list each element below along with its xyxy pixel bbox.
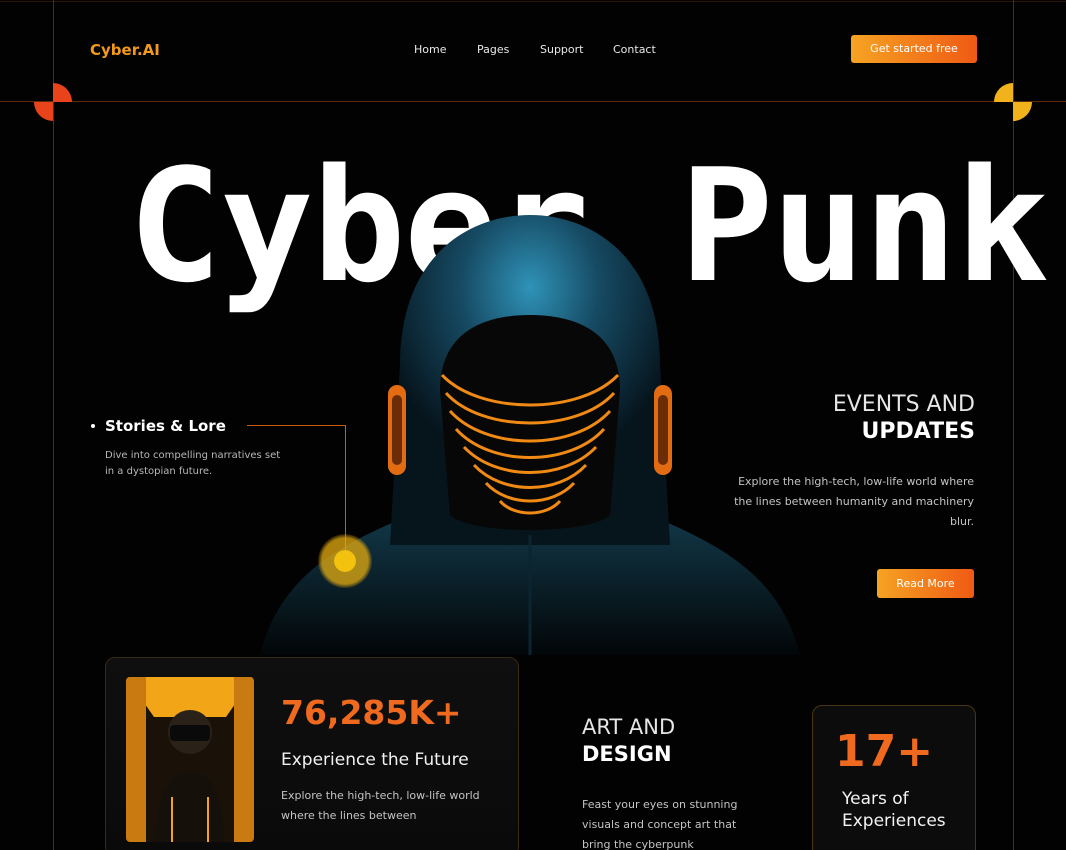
events-heading-line2: UPDATES xyxy=(861,419,975,444)
bullet-dot xyxy=(91,424,95,428)
years-value: 17+ xyxy=(835,726,934,777)
events-description: Explore the high-tech, low-life world wh… xyxy=(734,475,974,528)
brand-logo[interactable]: Cyber.AI xyxy=(90,41,160,59)
art-description: Feast your eyes on stunning visuals and … xyxy=(582,798,738,850)
hotspot-marker[interactable] xyxy=(318,534,372,588)
vr-person-image xyxy=(126,677,254,842)
nav-contact[interactable]: Contact xyxy=(613,43,656,56)
nav-pages[interactable]: Pages xyxy=(477,43,509,56)
corner-accent-right xyxy=(994,83,1032,121)
read-more-button[interactable]: Read More xyxy=(877,569,974,598)
corner-accent-left xyxy=(34,83,72,121)
stat-description: Explore the high-tech, low-life world wh… xyxy=(281,789,480,822)
years-label: Years of Experiences xyxy=(842,789,946,831)
frame-left-line xyxy=(53,0,54,850)
get-started-button[interactable]: Get started free xyxy=(851,35,977,63)
frame-top-line xyxy=(0,101,1066,102)
nav-support[interactable]: Support xyxy=(540,43,583,56)
stat-title: Experience the Future xyxy=(281,750,469,770)
connector-line xyxy=(247,425,345,426)
stat-value: 76,285K+ xyxy=(281,693,462,732)
art-heading-line2: DESIGN xyxy=(582,742,672,766)
stories-title: Stories & Lore xyxy=(105,417,226,435)
events-heading-line1: EVENTS AND xyxy=(832,392,975,417)
stories-description: Dive into compelling narratives set in a… xyxy=(105,450,281,477)
frame-right-line xyxy=(1013,0,1014,850)
frame-top-border xyxy=(0,1,1066,2)
art-heading-line1: ART AND xyxy=(582,715,676,739)
nav-home[interactable]: Home xyxy=(414,43,446,56)
hooded-cyberpunk-figure xyxy=(260,215,800,655)
